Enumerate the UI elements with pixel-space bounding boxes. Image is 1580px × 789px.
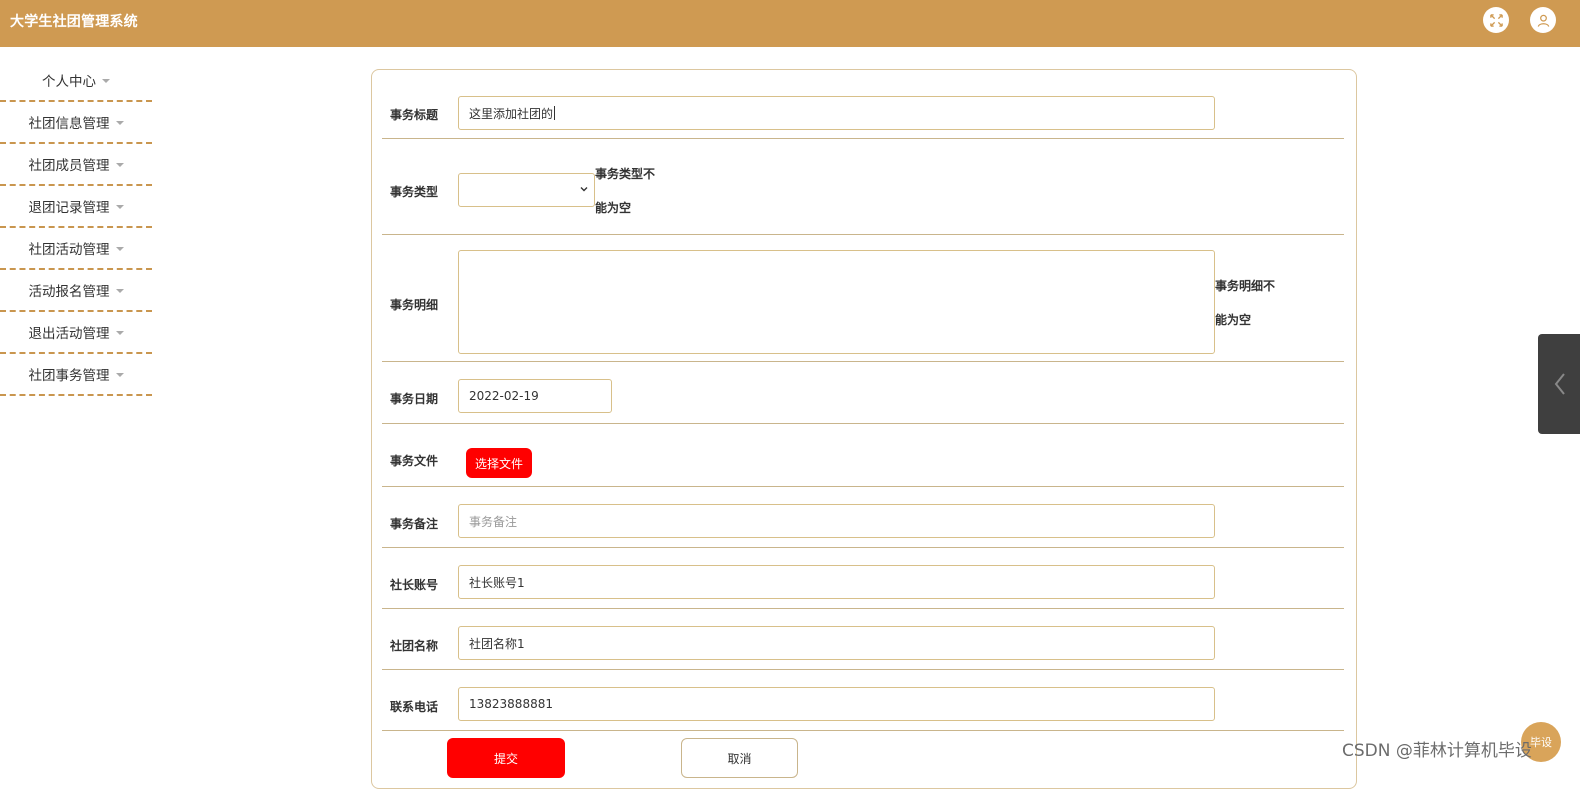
date-input-value: 2022-02-19	[469, 389, 539, 403]
sidebar-item-club-members[interactable]: 社团成员管理	[0, 144, 152, 186]
caret-down-icon	[115, 331, 124, 335]
top-header: 大学生社团管理系统	[0, 0, 1580, 47]
sidebar-item-quit-activities[interactable]: 退出活动管理	[0, 312, 152, 354]
sidebar-item-club-affairs[interactable]: 社团事务管理	[0, 354, 152, 396]
caret-down-icon	[115, 373, 124, 377]
fullscreen-icon	[1489, 13, 1503, 27]
leader-account-value: 社长账号1	[469, 575, 525, 590]
detail-error-line2: 能为空	[1215, 313, 1252, 327]
form-row-remark: 事务备注 事务备注	[382, 487, 1344, 548]
caret-down-icon	[115, 247, 124, 251]
sidebar-item-label: 社团信息管理	[28, 116, 110, 132]
side-panel-toggle[interactable]	[1538, 334, 1580, 434]
file-label: 事务文件	[390, 454, 439, 468]
detail-error-line1: 事务明细不	[1215, 279, 1276, 293]
sidebar: 个人中心 社团信息管理 社团成员管理 退团记录管理 社团活动管理 活动报名管理 …	[0, 47, 152, 396]
sidebar-item-label: 退出活动管理	[28, 326, 110, 342]
chevron-down-icon	[580, 187, 588, 192]
title-input[interactable]: 这里添加社团的	[458, 96, 1215, 130]
sidebar-item-label: 退团记录管理	[28, 200, 110, 216]
form-row-type: 事务类型 事务类型不 能为空	[382, 139, 1344, 235]
sidebar-item-personal-center[interactable]: 个人中心	[0, 47, 152, 102]
caret-down-icon	[102, 78, 110, 83]
title-input-value: 这里添加社团的	[469, 106, 554, 121]
type-error-line1: 事务类型不	[595, 167, 656, 181]
caret-down-icon	[115, 163, 124, 167]
date-input[interactable]: 2022-02-19	[458, 379, 612, 413]
leader-label: 社长账号	[390, 578, 439, 592]
sidebar-item-activity-signup[interactable]: 活动报名管理	[0, 270, 152, 312]
caret-down-icon	[115, 121, 124, 125]
club-name-value: 社团名称1	[469, 636, 525, 651]
watermark: CSDN @菲林计算机毕设	[1342, 741, 1532, 761]
club-name-input[interactable]: 社团名称1	[458, 626, 1215, 660]
form-row-phone: 联系电话 13823888881	[382, 670, 1344, 731]
type-label: 事务类型	[390, 185, 439, 199]
form-row-title: 事务标题 这里添加社团的	[382, 70, 1344, 139]
choose-file-button[interactable]: 选择文件	[466, 448, 533, 478]
form-row-detail: 事务明细 事务明细不 能为空	[382, 235, 1344, 362]
caret-down-icon	[115, 205, 124, 209]
phone-input-value: 13823888881	[469, 697, 553, 711]
form-row-leader: 社长账号 社长账号1	[382, 548, 1344, 609]
cancel-button[interactable]: 取消	[681, 738, 798, 778]
user-icon	[1537, 14, 1549, 27]
date-label: 事务日期	[390, 392, 439, 406]
caret-down-icon	[115, 289, 124, 293]
sidebar-item-label: 个人中心	[42, 73, 96, 90]
sidebar-item-label: 社团成员管理	[28, 158, 110, 174]
sidebar-item-label: 活动报名管理	[28, 284, 110, 300]
remark-input-placeholder: 事务备注	[469, 514, 518, 529]
chevron-left-icon	[1554, 373, 1565, 395]
phone-label: 联系电话	[390, 700, 439, 714]
user-menu-button[interactable]	[1530, 7, 1556, 33]
sidebar-item-label: 社团活动管理	[28, 242, 110, 258]
form-row-file: 事务文件 选择文件	[382, 424, 1344, 487]
form-row-club: 社团名称 社团名称1	[382, 609, 1344, 670]
leader-account-input[interactable]: 社长账号1	[458, 565, 1215, 599]
remark-input[interactable]: 事务备注	[458, 504, 1215, 538]
remark-label: 事务备注	[390, 517, 439, 531]
fullscreen-button[interactable]	[1483, 7, 1509, 33]
sidebar-item-label: 社团事务管理	[28, 368, 110, 384]
type-select[interactable]	[458, 173, 595, 207]
sidebar-item-club-activities[interactable]: 社团活动管理	[0, 228, 152, 270]
phone-input[interactable]: 13823888881	[458, 687, 1215, 721]
submit-button[interactable]: 提交	[447, 738, 565, 778]
club-name-label: 社团名称	[390, 639, 439, 653]
sidebar-item-quit-records[interactable]: 退团记录管理	[0, 186, 152, 228]
app-title: 大学生社团管理系统	[10, 14, 138, 30]
sidebar-item-club-info[interactable]: 社团信息管理	[0, 102, 152, 144]
detail-textarea[interactable]	[458, 250, 1215, 354]
type-error-line2: 能为空	[595, 201, 632, 215]
affair-form: 事务标题 这里添加社团的 事务类型 事务类型不 能为空 事务明细 事务明细不 能…	[371, 69, 1357, 789]
detail-label: 事务明细	[390, 298, 439, 312]
title-label: 事务标题	[390, 108, 439, 122]
text-cursor	[554, 106, 556, 120]
form-row-date: 事务日期 2022-02-19	[382, 362, 1344, 424]
